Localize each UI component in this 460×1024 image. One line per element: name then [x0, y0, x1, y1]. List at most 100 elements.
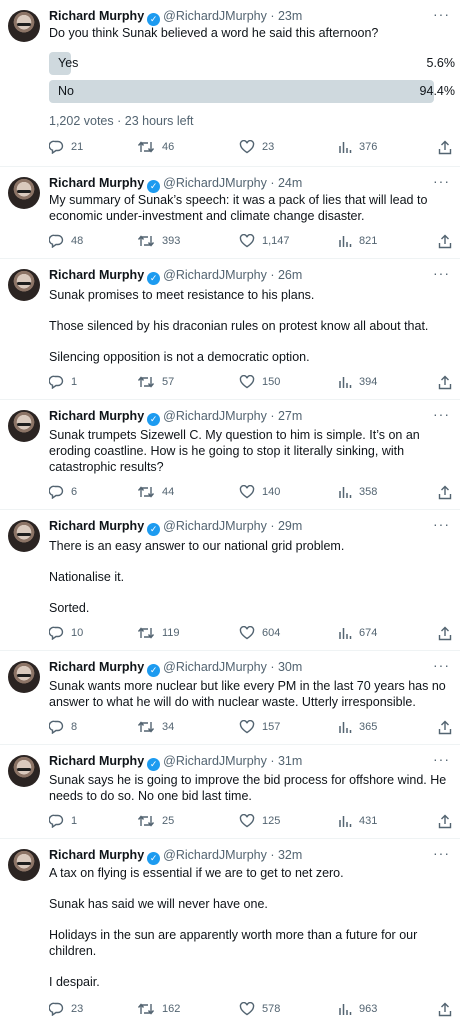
like-button[interactable]: 1,147: [239, 233, 290, 249]
reply-button[interactable]: 8: [49, 719, 77, 735]
reply-button[interactable]: 1: [49, 813, 77, 829]
author-name[interactable]: Richard Murphy: [49, 9, 144, 23]
tweet-time[interactable]: 23m: [278, 9, 302, 23]
more-options-icon[interactable]: ···: [433, 657, 450, 673]
author-name[interactable]: Richard Murphy: [49, 848, 144, 862]
retweet-button[interactable]: 57: [137, 374, 174, 390]
tweet[interactable]: Richard Murphy ✓ @RichardJMurphy · 32m ···…: [0, 839, 460, 1024]
like-count: 140: [262, 486, 281, 499]
heart-icon: [239, 814, 255, 828]
share-button[interactable]: [438, 374, 459, 390]
like-button[interactable]: 578: [239, 1001, 280, 1017]
author-name[interactable]: Richard Murphy: [49, 754, 144, 768]
share-button[interactable]: [438, 719, 459, 735]
author-handle[interactable]: @RichardJMurphy: [163, 519, 267, 533]
heart-icon: [239, 1002, 255, 1016]
more-options-icon[interactable]: ···: [433, 6, 450, 22]
tweet-time[interactable]: 24m: [278, 176, 302, 190]
share-button[interactable]: [438, 139, 459, 155]
tweet[interactable]: Richard Murphy ✓ @RichardJMurphy · 30m ···…: [0, 651, 460, 745]
like-button[interactable]: 23: [239, 139, 274, 155]
reply-icon: [49, 814, 64, 829]
reply-button[interactable]: 1: [49, 374, 77, 390]
like-button[interactable]: 604: [239, 625, 280, 641]
tweet-time[interactable]: 29m: [278, 519, 302, 533]
author-name[interactable]: Richard Murphy: [49, 660, 144, 674]
more-options-icon[interactable]: ···: [433, 845, 450, 861]
author-name[interactable]: Richard Murphy: [49, 409, 144, 423]
views-button[interactable]: 963: [338, 1001, 377, 1017]
share-button[interactable]: [438, 813, 459, 829]
author-name[interactable]: Richard Murphy: [49, 268, 144, 282]
views-button[interactable]: 358: [338, 484, 377, 500]
like-button[interactable]: 157: [239, 719, 280, 735]
separator-dot: ·: [266, 176, 278, 190]
avatar[interactable]: [8, 10, 40, 42]
reply-button[interactable]: 48: [49, 233, 83, 249]
author-handle[interactable]: @RichardJMurphy: [163, 268, 267, 282]
author-handle[interactable]: @RichardJMurphy: [163, 409, 267, 423]
views-count: 365: [359, 721, 378, 734]
tweet-time[interactable]: 30m: [278, 660, 302, 674]
more-options-icon[interactable]: ···: [433, 516, 450, 532]
more-options-icon[interactable]: ···: [433, 751, 450, 767]
retweet-button[interactable]: 25: [137, 813, 174, 829]
avatar[interactable]: [8, 177, 40, 209]
retweet-button[interactable]: 393: [137, 233, 180, 249]
like-button[interactable]: 140: [239, 484, 280, 500]
avatar[interactable]: [8, 755, 40, 787]
avatar[interactable]: [8, 661, 40, 693]
like-button[interactable]: 150: [239, 374, 280, 390]
avatar[interactable]: [8, 849, 40, 881]
avatar[interactable]: [8, 520, 40, 552]
tweet[interactable]: Richard Murphy ✓ @RichardJMurphy · 29m ···…: [0, 510, 460, 651]
author-name[interactable]: Richard Murphy: [49, 519, 144, 533]
views-button[interactable]: 821: [338, 233, 377, 249]
views-button[interactable]: 431: [338, 813, 377, 829]
avatar[interactable]: [8, 269, 40, 301]
tweet-time[interactable]: 27m: [278, 409, 302, 423]
share-button[interactable]: [438, 484, 459, 500]
retweet-button[interactable]: 44: [137, 484, 174, 500]
views-button[interactable]: 394: [338, 374, 377, 390]
views-button[interactable]: 376: [338, 139, 377, 155]
retweet-button[interactable]: 46: [137, 139, 174, 155]
share-button[interactable]: [438, 233, 459, 249]
more-options-icon[interactable]: ···: [433, 173, 450, 189]
tweet-time[interactable]: 32m: [278, 848, 302, 862]
tweet[interactable]: Richard Murphy ✓ @RichardJMurphy · 24m ···…: [0, 167, 460, 259]
views-chart-icon: [339, 816, 352, 828]
avatar[interactable]: [8, 410, 40, 442]
author-handle[interactable]: @RichardJMurphy: [163, 754, 267, 768]
tweet[interactable]: Richard Murphy ✓ @RichardJMurphy · 31m ···…: [0, 745, 460, 839]
separator-dot: ·: [266, 519, 278, 533]
retweet-button[interactable]: 34: [137, 719, 174, 735]
tweet-time[interactable]: 31m: [278, 754, 302, 768]
tweet-time[interactable]: 26m: [278, 268, 302, 282]
more-options-icon[interactable]: ···: [433, 406, 450, 422]
retweet-button[interactable]: 119: [137, 625, 180, 641]
views-button[interactable]: 674: [338, 625, 377, 641]
reply-button[interactable]: 21: [49, 139, 83, 155]
author-handle[interactable]: @RichardJMurphy: [163, 9, 267, 23]
more-options-icon[interactable]: ···: [433, 265, 450, 281]
reply-button[interactable]: 23: [49, 1001, 83, 1017]
author-handle[interactable]: @RichardJMurphy: [163, 848, 267, 862]
retweet-button[interactable]: 162: [137, 1001, 180, 1017]
author-handle[interactable]: @RichardJMurphy: [163, 176, 267, 190]
tweet[interactable]: Richard Murphy ✓ @RichardJMurphy · 26m ···…: [0, 259, 460, 400]
share-button[interactable]: [438, 625, 459, 641]
reply-button[interactable]: 10: [49, 625, 83, 641]
tweet[interactable]: Richard Murphy ✓ @RichardJMurphy · 27m ···…: [0, 400, 460, 510]
share-button[interactable]: [438, 1001, 459, 1017]
like-button[interactable]: 125: [239, 813, 280, 829]
reply-button[interactable]: 6: [49, 484, 77, 500]
views-button[interactable]: 365: [338, 719, 377, 735]
author-name[interactable]: Richard Murphy: [49, 176, 144, 190]
share-icon: [438, 140, 452, 154]
tweet-header: Richard Murphy ✓ @RichardJMurphy · 26m: [49, 267, 302, 285]
tweet[interactable]: Richard Murphy ✓ @RichardJMurphy · 23m ···…: [0, 0, 460, 167]
retweet-count: 393: [162, 235, 181, 248]
retweet-icon: [137, 235, 155, 247]
author-handle[interactable]: @RichardJMurphy: [163, 660, 267, 674]
